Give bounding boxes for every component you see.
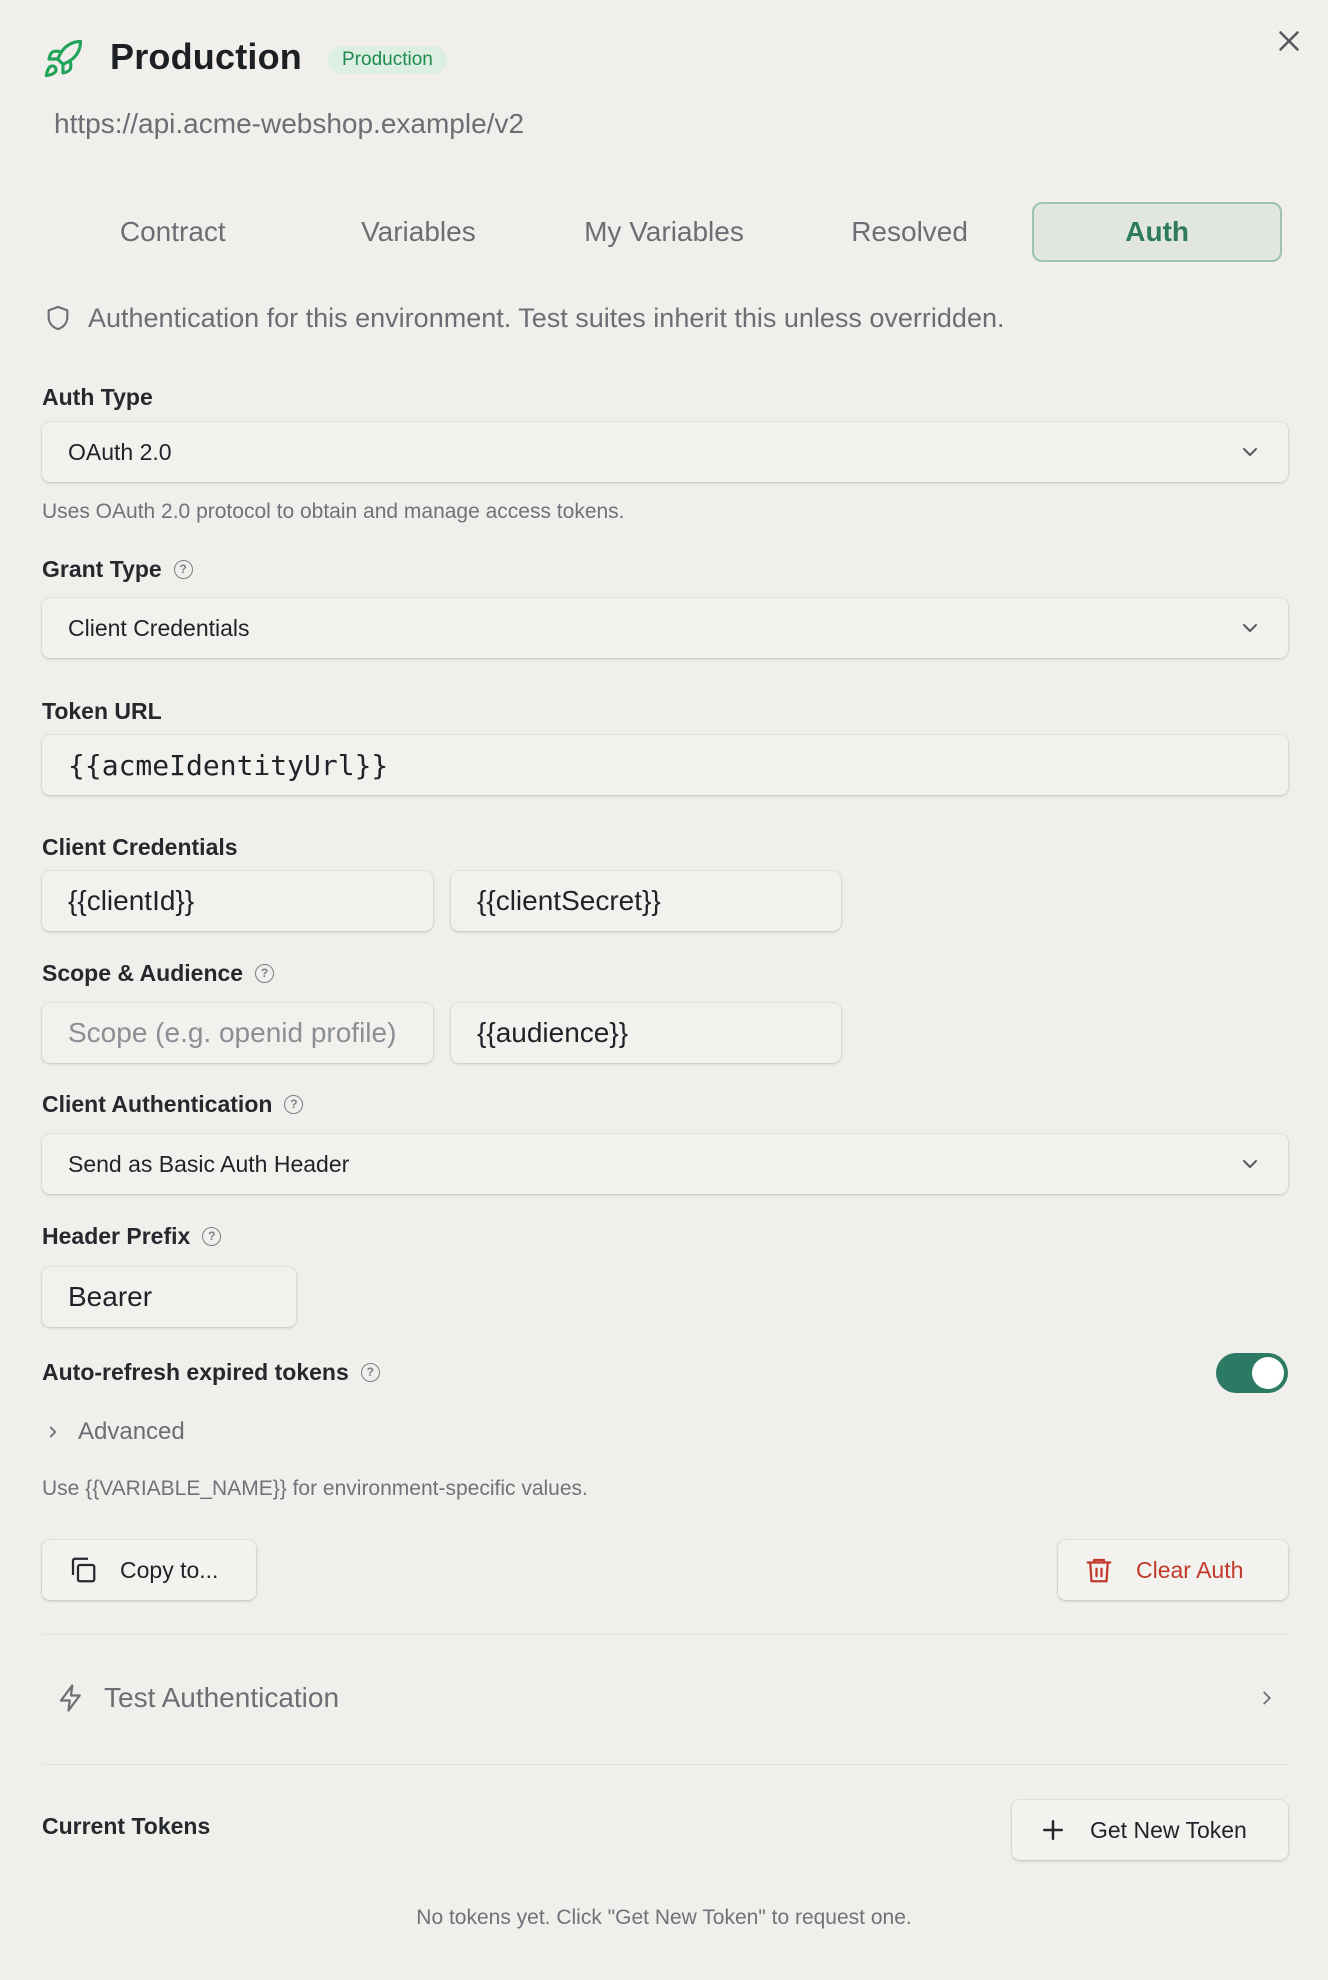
test-authentication-label: Test Authentication: [104, 1682, 340, 1713]
header-prefix-field[interactable]: Bearer: [42, 1267, 296, 1327]
token-url-label: Token URL: [42, 698, 162, 725]
client-id-field[interactable]: {{clientId}}: [42, 871, 433, 931]
plus-icon: [1043, 1820, 1063, 1840]
client-secret-field[interactable]: {{clientSecret}}: [451, 871, 841, 931]
environment-badge: Production: [328, 46, 447, 74]
trash-icon: [1086, 1558, 1112, 1583]
empty-tokens-message: No tokens yet. Click "Get New Token" to …: [416, 1906, 912, 1929]
advanced-toggle[interactable]: Advanced: [44, 1418, 185, 1446]
grant-type-select[interactable]: Client Credentials: [42, 598, 1288, 658]
chevron-down-icon: [1243, 624, 1257, 632]
grant-type-label: Grant Type ?: [42, 556, 193, 583]
divider: [42, 1634, 1288, 1635]
client-credentials-label: Client Credentials: [42, 834, 238, 861]
current-tokens-title: Current Tokens: [42, 1813, 211, 1839]
header-prefix-value: Bearer: [68, 1281, 153, 1312]
chevron-right-icon: [1263, 1691, 1271, 1705]
auth-info: Authentication for this environment. Tes…: [44, 302, 1004, 334]
divider: [42, 1764, 1288, 1765]
chevron-right-icon: [49, 1426, 57, 1438]
client-auth-label-text: Client Authentication: [42, 1091, 273, 1117]
header-prefix-label-text: Header Prefix: [42, 1223, 191, 1249]
client-auth-label: Client Authentication ?: [42, 1091, 304, 1118]
help-icon[interactable]: ?: [284, 1095, 304, 1114]
client-auth-select[interactable]: Send as Basic Auth Header: [42, 1134, 1288, 1194]
help-icon[interactable]: ?: [202, 1227, 222, 1246]
auth-type-hint: Uses OAuth 2.0 protocol to obtain and ma…: [42, 500, 625, 523]
auto-refresh-toggle[interactable]: [1216, 1353, 1288, 1393]
scope-field[interactable]: [42, 1003, 433, 1063]
tab-resolved[interactable]: Resolved: [787, 202, 1033, 262]
tab-my-variables[interactable]: My Variables: [541, 202, 787, 262]
client-secret-value: {{clientSecret}}: [477, 885, 661, 916]
base-url: https://api.acme-webshop.example/v2: [54, 108, 525, 139]
token-url-field[interactable]: {{acmeIdentityUrl}}: [42, 735, 1288, 795]
auto-refresh-label-text: Auto-refresh expired tokens: [42, 1359, 349, 1385]
audience-field[interactable]: {{audience}}: [451, 1003, 841, 1063]
page-title: Production: [110, 36, 302, 77]
auto-refresh-label: Auto-refresh expired tokens ?: [42, 1359, 380, 1386]
help-icon[interactable]: ?: [173, 560, 193, 579]
audience-value: {{audience}}: [477, 1017, 629, 1048]
close-icon[interactable]: [1272, 24, 1306, 58]
clear-auth-button[interactable]: Clear Auth: [1058, 1540, 1288, 1600]
token-url-value: {{acmeIdentityUrl}}: [68, 748, 389, 782]
client-id-value: {{clientId}}: [68, 885, 195, 916]
get-new-token-button[interactable]: Get New Token: [1012, 1800, 1288, 1860]
clear-auth-label: Clear Auth: [1136, 1556, 1244, 1583]
tab-contract[interactable]: Contract: [50, 202, 296, 262]
auth-type-select[interactable]: OAuth 2.0: [42, 422, 1288, 482]
scope-audience-label-text: Scope & Audience: [42, 960, 244, 986]
copy-to-button[interactable]: Copy to...: [42, 1540, 256, 1600]
client-credentials-label-text: Client Credentials: [42, 834, 238, 860]
help-icon[interactable]: ?: [360, 1363, 380, 1382]
header-prefix-label: Header Prefix ?: [42, 1223, 222, 1250]
tab-bar: Contract Variables My Variables Resolved…: [50, 202, 1282, 262]
lightning-icon: [59, 1684, 81, 1712]
help-icon[interactable]: ?: [255, 964, 275, 983]
test-authentication-row[interactable]: Test Authentication: [56, 1676, 1278, 1720]
auth-type-value: OAuth 2.0: [68, 438, 172, 465]
toggle-knob: [1252, 1357, 1284, 1389]
shield-icon: [47, 305, 69, 331]
auth-type-label: Auth Type: [42, 384, 153, 411]
tab-variables[interactable]: Variables: [296, 202, 542, 262]
token-url-label-text: Token URL: [42, 698, 162, 724]
grant-type-label-text: Grant Type: [42, 556, 162, 582]
client-auth-value: Send as Basic Auth Header: [68, 1150, 350, 1177]
copy-icon: [71, 1557, 96, 1583]
variable-hint: Use {{VARIABLE_NAME}} for environment-sp…: [42, 1477, 588, 1500]
chevron-down-icon: [1243, 1160, 1257, 1168]
auth-type-label-text: Auth Type: [42, 384, 153, 410]
advanced-label: Advanced: [78, 1418, 185, 1445]
grant-type-value: Client Credentials: [68, 614, 250, 641]
copy-to-label: Copy to...: [120, 1556, 219, 1583]
chevron-down-icon: [1243, 448, 1257, 456]
environment-auth-panel: Production Production https://api.acme-w…: [0, 0, 1328, 1980]
tab-auth[interactable]: Auth: [1032, 202, 1282, 262]
get-new-token-label: Get New Token: [1090, 1816, 1247, 1843]
auth-info-text: Authentication for this environment. Tes…: [88, 302, 1005, 333]
scope-audience-label: Scope & Audience ?: [42, 960, 275, 987]
scope-input[interactable]: [68, 1017, 407, 1049]
rocket-icon: [44, 39, 83, 78]
